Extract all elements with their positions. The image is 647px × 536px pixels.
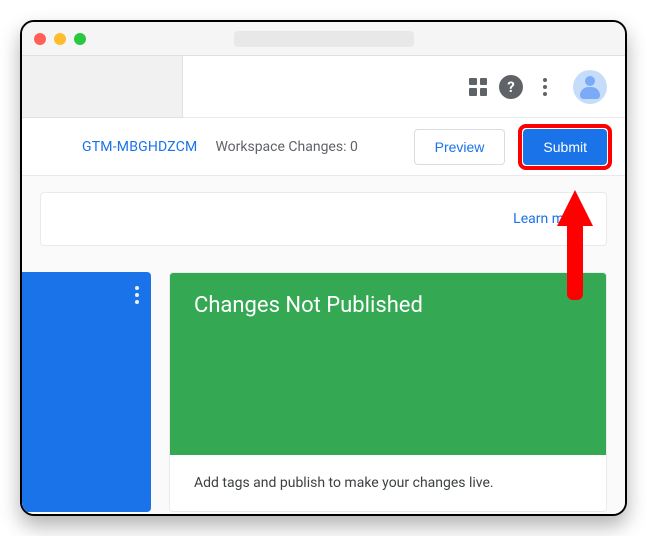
logo-placeholder — [21, 56, 183, 118]
cards-row: Changes Not Published Add tags and publi… — [22, 272, 625, 512]
workspace-changes-label: Workspace Changes: 0 — [215, 139, 357, 155]
browser-window: ? GTM-MBGHDZCM Workspace Changes: 0 Prev… — [20, 20, 627, 516]
apps-grid-icon[interactable] — [469, 78, 487, 96]
close-window-button[interactable] — [34, 33, 46, 45]
changes-card-title: Changes Not Published — [194, 293, 582, 318]
content-area: Learn more Changes Not Published Add tag… — [22, 176, 625, 514]
person-icon — [579, 76, 601, 98]
info-banner: Learn more — [40, 192, 607, 246]
more-vert-icon[interactable] — [535, 78, 555, 96]
container-id-link[interactable]: GTM-MBGHDZCM — [82, 139, 197, 155]
changes-card: Changes Not Published Add tags and publi… — [169, 272, 607, 512]
avatar[interactable] — [573, 70, 607, 104]
traffic-lights — [34, 33, 86, 45]
more-vert-icon[interactable] — [135, 286, 139, 304]
minimize-window-button[interactable] — [54, 33, 66, 45]
preview-button[interactable]: Preview — [414, 129, 506, 165]
maximize-window-button[interactable] — [74, 33, 86, 45]
mac-titlebar — [22, 22, 625, 56]
learn-more-link[interactable]: Learn more — [513, 211, 584, 227]
workspace-changes-count: 0 — [350, 139, 358, 155]
changes-card-header: Changes Not Published — [170, 273, 606, 455]
submit-button[interactable]: Submit — [523, 129, 607, 165]
address-bar[interactable] — [234, 31, 414, 47]
help-icon[interactable]: ? — [499, 75, 523, 99]
changes-card-subtitle: Add tags and publish to make your change… — [170, 455, 606, 511]
container-toolbar: GTM-MBGHDZCM Workspace Changes: 0 Previe… — [22, 118, 625, 176]
workspace-card[interactable] — [21, 272, 151, 512]
